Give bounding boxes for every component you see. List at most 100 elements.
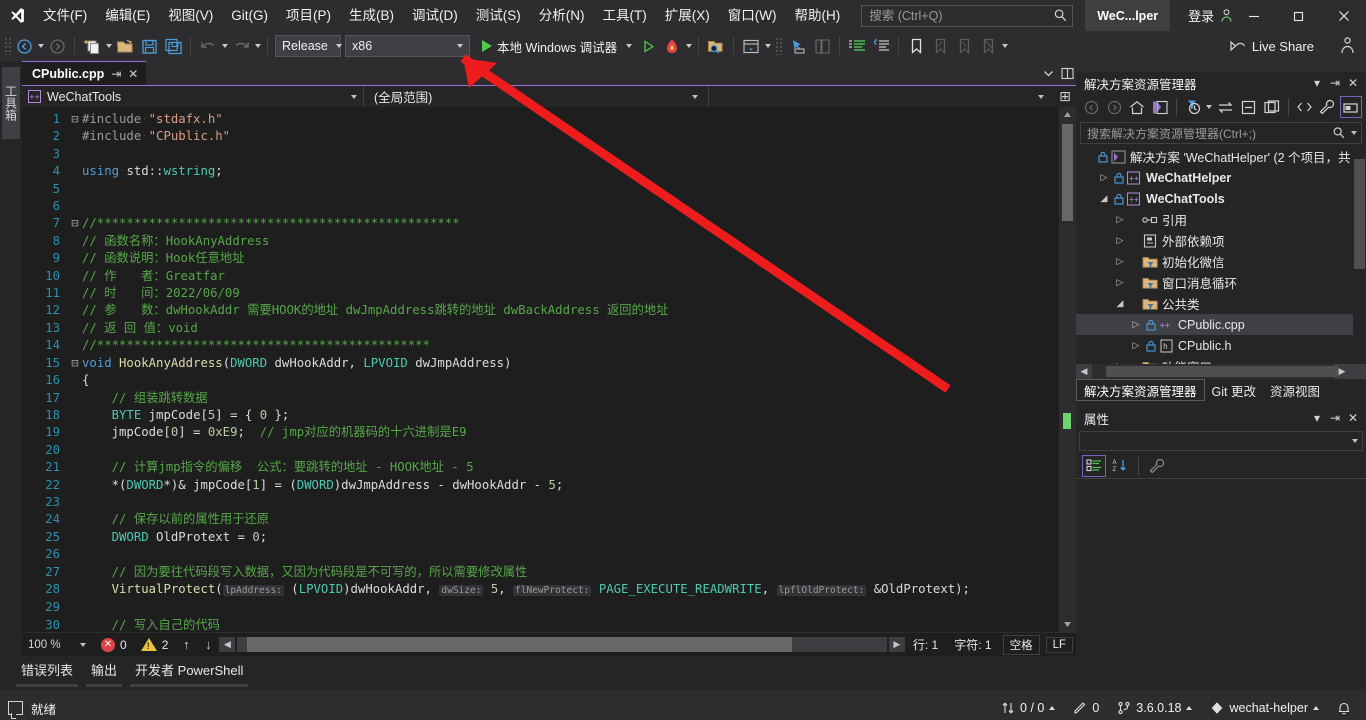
- menu-window[interactable]: 窗口(W): [719, 4, 786, 28]
- properties-button[interactable]: [1317, 96, 1339, 118]
- view-code-button[interactable]: [1294, 96, 1316, 118]
- find-in-files-button[interactable]: [704, 34, 728, 58]
- send-feedback-button[interactable]: [1339, 36, 1356, 59]
- menu-debug[interactable]: 调试(D): [403, 4, 467, 28]
- member-selector[interactable]: [709, 86, 1054, 107]
- menu-analyze[interactable]: 分析(N): [530, 4, 594, 28]
- properties-grid[interactable]: [1076, 479, 1366, 659]
- expand-toggle-icon[interactable]: ▷: [1112, 256, 1128, 267]
- navigate-backward-button[interactable]: [12, 34, 36, 58]
- indentation-setting[interactable]: 空格: [1002, 634, 1040, 655]
- hot-reload-button[interactable]: [660, 34, 684, 58]
- tree-item[interactable]: ▷ h CPublic.h: [1076, 335, 1366, 356]
- tree-hscroll-track[interactable]: [1092, 364, 1338, 379]
- previous-bookmark-button[interactable]: [928, 34, 952, 58]
- sync-with-active-document-button[interactable]: [1215, 96, 1237, 118]
- save-all-button[interactable]: [161, 34, 185, 58]
- minimize-button[interactable]: [1231, 0, 1276, 31]
- solution-configuration-combo[interactable]: Release: [275, 35, 342, 57]
- menu-edit[interactable]: 编辑(E): [96, 4, 159, 28]
- tree-item[interactable]: 解决方案 'WeChatHelper' (2 个项目，共 2: [1076, 146, 1366, 167]
- live-share-button[interactable]: Live Share: [1223, 34, 1320, 58]
- horizontal-scrollbar-thumb[interactable]: [247, 637, 793, 652]
- redo-button[interactable]: [229, 34, 253, 58]
- alphabetical-view-button[interactable]: AZ: [1108, 455, 1132, 477]
- start-debugging-button[interactable]: 本地 Windows 调试器: [478, 34, 636, 58]
- toggle-bookmark-button[interactable]: [904, 34, 928, 58]
- tree-item[interactable]: ▷ 引用: [1076, 209, 1366, 230]
- preview-selected-items-button[interactable]: [1339, 96, 1362, 118]
- menu-build[interactable]: 生成(B): [340, 4, 403, 28]
- current-branch[interactable]: wechat-helper: [1201, 696, 1328, 720]
- tree-item[interactable]: ◢ ++ WeChatTools: [1076, 188, 1366, 209]
- sign-in-button[interactable]: 登录: [1188, 6, 1234, 25]
- tree-scrollbar-thumb[interactable]: [1354, 159, 1365, 269]
- collapse-all-button[interactable]: [1238, 96, 1260, 118]
- project-selector[interactable]: ++ WeChatTools: [22, 86, 364, 107]
- expand-toggle-icon[interactable]: ◢: [1096, 193, 1112, 204]
- filter-dropdown-icon[interactable]: [1205, 95, 1213, 119]
- dock-tab-resource-view[interactable]: 资源视图: [1263, 379, 1327, 401]
- close-button[interactable]: [1321, 0, 1366, 31]
- uncomment-lines-button[interactable]: [869, 34, 893, 58]
- tree-scroll-left-icon[interactable]: ◀: [1076, 364, 1092, 379]
- solution-platform-combo[interactable]: x86: [345, 35, 470, 57]
- navbar-split-icon[interactable]: ⊞: [1054, 86, 1076, 107]
- toolbox-tab[interactable]: 工具箱: [2, 67, 20, 139]
- home-button[interactable]: [1126, 96, 1148, 118]
- menu-view[interactable]: 视图(V): [159, 4, 222, 28]
- close-tab-icon[interactable]: ✕: [128, 67, 138, 81]
- redo-dropdown-icon[interactable]: [253, 34, 262, 58]
- undo-button[interactable]: [196, 34, 220, 58]
- editor-vertical-scrollbar[interactable]: [1059, 107, 1076, 632]
- solution-name-badge[interactable]: WeC...lper: [1085, 0, 1171, 31]
- panel-menu-icon[interactable]: ▾: [1308, 74, 1326, 92]
- editor-tab-cpublic-cpp[interactable]: CPublic.cpp ⇥ ✕: [22, 61, 147, 85]
- tree-item[interactable]: ▷功能窗口: [1076, 356, 1366, 364]
- hot-reload-dropdown-icon[interactable]: [684, 34, 693, 58]
- scroll-right-arrow-icon[interactable]: ▶: [888, 637, 905, 652]
- tree-item[interactable]: ▷ 外部依赖项: [1076, 230, 1366, 251]
- tab-list-dropdown-icon[interactable]: [1039, 62, 1057, 84]
- code-editor[interactable]: 1 ⊟ #include·"stdafx.h" 2 #include·"CPublic…: [22, 107, 1076, 632]
- tree-vertical-scrollbar[interactable]: [1353, 146, 1366, 364]
- warning-count[interactable]: 2: [134, 638, 176, 652]
- pin-panel-icon[interactable]: ⇥: [1326, 74, 1344, 92]
- scroll-left-arrow-icon[interactable]: ◀: [219, 637, 236, 652]
- open-file-button[interactable]: [113, 34, 137, 58]
- expand-toggle-icon[interactable]: ▷: [1128, 319, 1144, 330]
- fold-toggle-icon[interactable]: ⊟: [68, 111, 82, 128]
- next-issue-button[interactable]: ↓: [197, 637, 219, 652]
- previous-issue-button[interactable]: ↑: [175, 637, 197, 652]
- search-input[interactable]: [861, 4, 1074, 27]
- menu-file[interactable]: 文件(F): [34, 4, 96, 28]
- tree-hscroll-thumb[interactable]: [1106, 366, 1338, 377]
- forward-button[interactable]: [1103, 96, 1125, 118]
- menu-help[interactable]: 帮助(H): [785, 4, 849, 28]
- tree-item[interactable]: ▷ 初始化微信: [1076, 251, 1366, 272]
- zoom-level-combo[interactable]: 100 %: [22, 634, 94, 656]
- panel-tab-error-list[interactable]: 错误列表: [12, 656, 82, 687]
- expand-toggle-icon[interactable]: ▷: [1112, 235, 1128, 246]
- restore-button[interactable]: [1276, 0, 1321, 31]
- menu-test[interactable]: 测试(S): [467, 4, 530, 28]
- solution-explorer-search[interactable]: 搜索解决方案资源管理器(Ctrl+;): [1080, 122, 1362, 144]
- undo-dropdown-icon[interactable]: [220, 34, 229, 58]
- dock-tab-git-changes[interactable]: Git 更改: [1205, 379, 1263, 401]
- code-text[interactable]: 1 ⊟ #include·"stdafx.h" 2 #include·"CPublic…: [22, 107, 1076, 632]
- menu-git[interactable]: Git(G): [222, 4, 277, 28]
- tree-item[interactable]: ▷ ++ CPublic.cpp: [1076, 314, 1366, 335]
- properties-object-combo[interactable]: [1079, 431, 1363, 451]
- next-bookmark-button[interactable]: [952, 34, 976, 58]
- menu-tools[interactable]: 工具(T): [594, 4, 656, 28]
- tree-item[interactable]: ▷ 窗口消息循环: [1076, 272, 1366, 293]
- panel-tab-developer-powershell[interactable]: 开发者 PowerShell: [126, 656, 252, 687]
- close-panel-icon[interactable]: ✕: [1344, 409, 1362, 427]
- new-project-button[interactable]: [80, 34, 104, 58]
- panel-tab-output[interactable]: 输出: [82, 656, 126, 687]
- save-button[interactable]: [137, 34, 161, 58]
- toolbar-grip[interactable]: [4, 37, 12, 55]
- clear-bookmarks-button[interactable]: [976, 34, 1000, 58]
- expand-toggle-icon[interactable]: ▷: [1112, 214, 1128, 225]
- window-layout-button[interactable]: [739, 34, 763, 58]
